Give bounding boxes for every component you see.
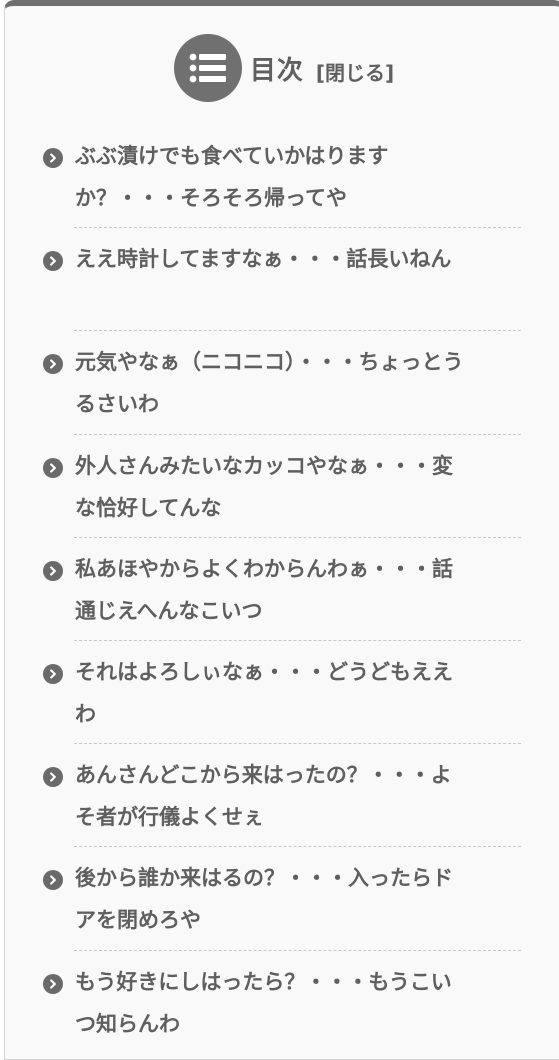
table-of-contents: 目次 [閉じる] ぶぶ漬けでも食べていかはりますか？・・・そろそろ帰ってや ええ… xyxy=(4,0,559,1060)
list-icon xyxy=(173,34,242,102)
chevron-right-circle-icon xyxy=(43,973,63,994)
toc-item-link[interactable]: 元気やなぁ（ニコニコ）・・・ちょっとうるさいわ xyxy=(75,341,470,425)
toc-item[interactable]: 元気やなぁ（ニコニコ）・・・ちょっとうるさいわ xyxy=(43,331,523,435)
toc-title: 目次 xyxy=(249,55,304,86)
toc-item[interactable]: 後から誰か来はるの？・・・入ったらドアを閉めろや xyxy=(43,847,523,951)
chevron-right-circle-icon xyxy=(43,148,63,168)
toc-item-link[interactable]: 外人さんみたいなカッコやなぁ・・・変な恰好してんな xyxy=(75,445,470,529)
toc-item[interactable]: 外人さんみたいなカッコやなぁ・・・変な恰好してんな xyxy=(43,435,523,538)
toc-item[interactable]: それはよろしぃなぁ・・・どうどもええわ xyxy=(43,641,523,745)
toc-header: 目次 [閉じる] xyxy=(5,34,559,102)
toc-item-link[interactable]: ええ時計してますなぁ・・・話長いねん xyxy=(75,238,470,280)
chevron-right-circle-icon xyxy=(43,251,63,272)
chevron-right-circle-icon xyxy=(43,870,63,891)
chevron-right-circle-icon xyxy=(43,663,63,684)
chevron-right-circle-icon xyxy=(43,354,63,375)
chevron-right-circle-icon xyxy=(43,457,63,478)
toc-item-link[interactable]: 私あほやからよくわからんわぁ・・・話通じえへんなこいつ xyxy=(75,548,470,632)
chevron-right-circle-icon xyxy=(43,767,63,788)
toc-item-link[interactable]: それはよろしぃなぁ・・・どうどもええわ xyxy=(75,651,470,735)
toc-item-link[interactable]: あんさんどこから来はったの？・・・よそ者が行儀よくせぇ xyxy=(75,754,470,838)
toc-item-link[interactable]: 後から誰か来はるの？・・・入ったらドアを閉めろや xyxy=(75,857,470,941)
chevron-right-circle-icon xyxy=(43,560,63,581)
toc-item[interactable]: ぶぶ漬けでも食べていかはりますか？・・・そろそろ帰ってや xyxy=(43,125,523,229)
toc-list: ぶぶ漬けでも食べていかはりますか？・・・そろそろ帰ってや ええ時計してますなぁ・… xyxy=(43,125,523,1054)
toc-close-toggle[interactable]: [閉じる] xyxy=(316,57,394,86)
toc-item-link[interactable]: もう好きにしはったら？・・・もうこいつ知らんわ xyxy=(75,961,470,1045)
toc-item-link[interactable]: ぶぶ漬けでも食べていかはりますか？・・・そろそろ帰ってや xyxy=(75,135,470,219)
toc-item[interactable]: もう好きにしはったら？・・・もうこいつ知らんわ xyxy=(43,951,523,1054)
toc-item[interactable]: 私あほやからよくわからんわぁ・・・話通じえへんなこいつ xyxy=(43,538,523,642)
toc-item[interactable]: あんさんどこから来はったの？・・・よそ者が行儀よくせぇ xyxy=(43,744,523,848)
toc-item[interactable]: ええ時計してますなぁ・・・話長いねん xyxy=(43,228,523,332)
